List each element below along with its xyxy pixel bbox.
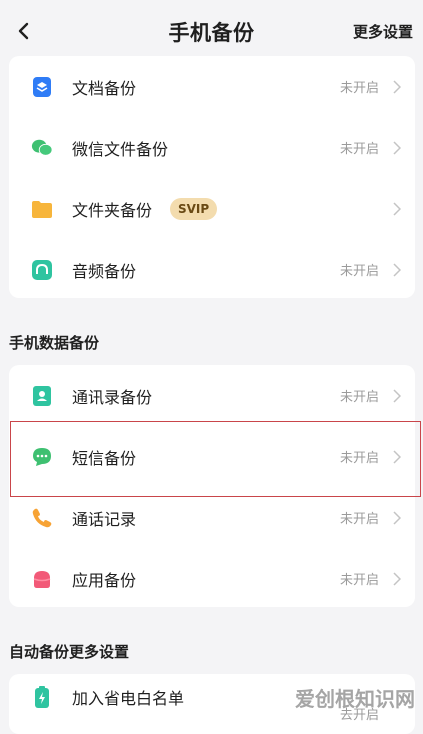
row-audio-backup[interactable]: 音频备份 未开启	[9, 239, 415, 300]
row-label: 应用备份	[72, 570, 137, 590]
chevron-right-icon	[392, 79, 402, 94]
row-status: 未开启	[339, 512, 379, 527]
row-label: 文件夹备份	[72, 200, 153, 220]
document-icon	[31, 76, 53, 98]
row-status: 未开启	[339, 390, 379, 405]
folder-icon	[31, 198, 53, 220]
header: 手机备份 更多设置	[0, 0, 423, 62]
row-contacts-backup[interactable]: 通讯录备份 未开启	[9, 365, 415, 426]
row-label: 文档备份	[72, 78, 137, 98]
row-label: 通话记录	[72, 509, 137, 529]
chevron-right-icon	[392, 201, 402, 216]
audio-icon	[31, 259, 53, 281]
row-status: 未开启	[339, 81, 379, 96]
row-status: 未开启	[339, 573, 379, 588]
wechat-icon	[31, 137, 53, 159]
file-backup-card: 文档备份 未开启 微信文件备份 未开启 文件夹备份 SVIP 音频备份 未开启	[9, 56, 415, 298]
row-label: 音频备份	[72, 261, 137, 281]
row-label: 加入省电白名单	[72, 689, 185, 708]
more-settings-button[interactable]: 更多设置	[353, 21, 413, 42]
battery-icon	[31, 686, 53, 708]
section-title-auto-backup: 自动备份更多设置	[9, 643, 130, 661]
chevron-right-icon	[392, 571, 402, 586]
highlight-box	[10, 421, 421, 497]
chevron-right-icon	[392, 388, 402, 403]
row-status: 未开启	[339, 264, 379, 279]
chevron-right-icon	[392, 510, 402, 525]
row-app-backup[interactable]: 应用备份 未开启	[9, 548, 415, 609]
row-label: 微信文件备份	[72, 139, 169, 159]
app-icon	[31, 568, 53, 590]
phone-icon	[31, 507, 53, 529]
svip-badge: SVIP	[170, 197, 218, 220]
row-wechat-backup[interactable]: 微信文件备份 未开启	[9, 117, 415, 178]
watermark: 爱创根知识网	[295, 687, 415, 711]
contacts-icon	[31, 385, 53, 407]
row-folder-backup[interactable]: 文件夹备份 SVIP	[9, 178, 415, 239]
chevron-right-icon	[392, 140, 402, 155]
section-title-phone-data: 手机数据备份	[9, 334, 100, 352]
row-document-backup[interactable]: 文档备份 未开启	[9, 56, 415, 117]
chevron-right-icon	[392, 262, 402, 277]
row-status: 未开启	[339, 142, 379, 157]
row-label: 通讯录备份	[72, 387, 153, 407]
